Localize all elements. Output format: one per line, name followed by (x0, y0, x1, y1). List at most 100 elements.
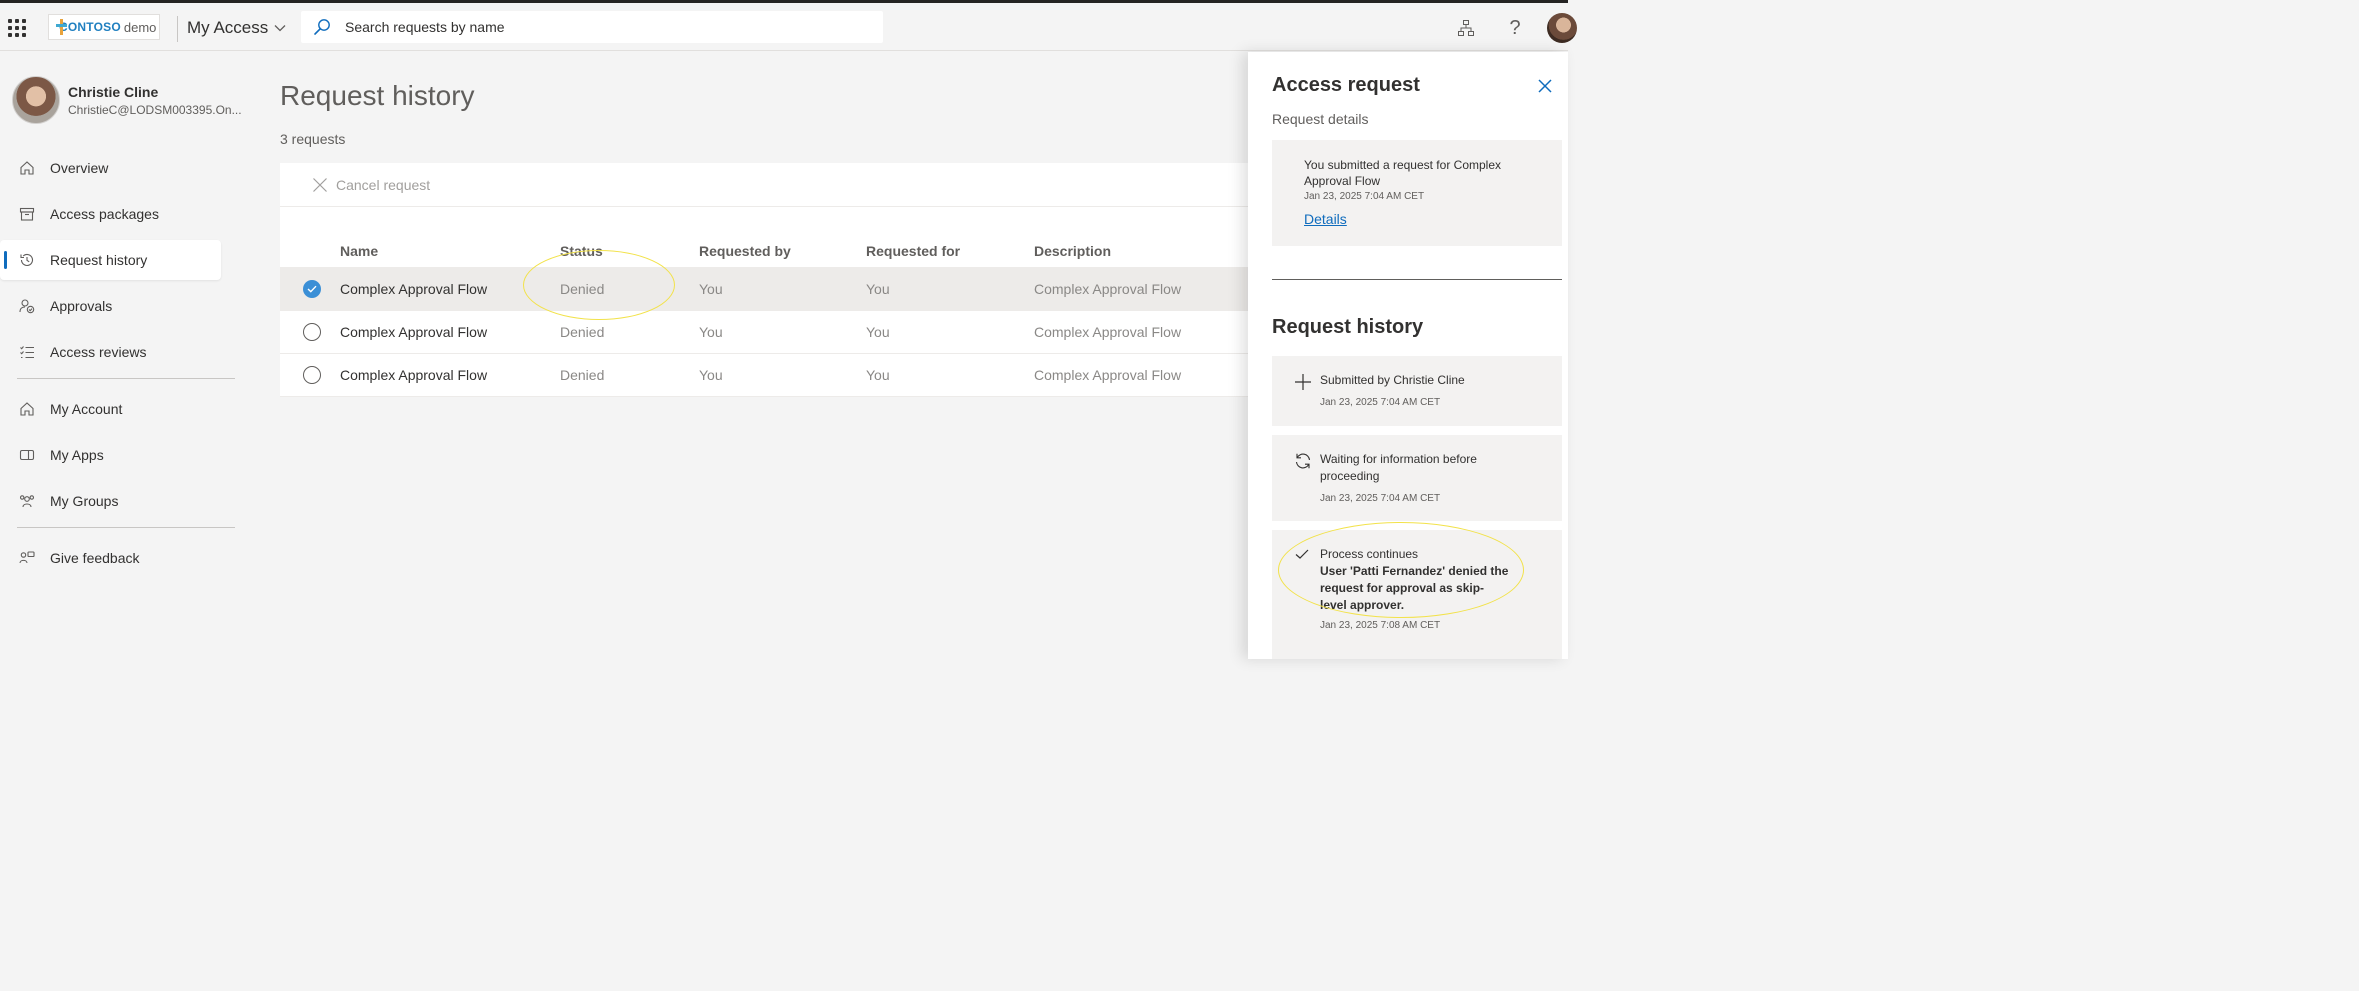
checklist-icon (18, 343, 36, 361)
sidebar-item-my-apps[interactable]: My Apps (0, 435, 250, 475)
sidebar-item-approvals[interactable]: Approvals (0, 286, 250, 326)
table-row[interactable]: Complex Approval Flow Denied You You Com… (280, 311, 1248, 354)
row-radio-checked[interactable] (303, 280, 321, 298)
access-request-panel: Access request Request details You submi… (1248, 52, 1568, 659)
sidebar-item-label: Access packages (50, 206, 159, 222)
table-header: Name Status Requested by Requested for D… (280, 207, 1248, 268)
sidebar-nav: Overview Access packages Request history… (0, 148, 250, 584)
sidebar-item-request-history[interactable]: Request history (0, 240, 221, 280)
panel-title: Access request (1272, 74, 1420, 96)
history-title: Request history (1272, 316, 1424, 338)
panel-subtitle: Request details (1272, 111, 1369, 127)
request-count: 3 requests (280, 131, 346, 147)
sidebar: Christie Cline ChristieC@LODSM003395.On.… (0, 52, 250, 659)
history-item: Submitted by Christie Cline Jan 23, 2025… (1272, 356, 1562, 426)
sync-icon (1294, 451, 1312, 521)
nav-divider (17, 527, 235, 528)
cancel-request-button[interactable]: Cancel request (312, 177, 430, 193)
app-switcher[interactable]: My Access (187, 18, 286, 38)
requests-table: Name Status Requested by Requested for D… (280, 207, 1248, 397)
column-header-name[interactable]: Name (340, 243, 560, 259)
sidebar-item-label: My Apps (50, 447, 104, 463)
row-requested-for: You (866, 367, 890, 383)
brand-name: CONTOSO (59, 20, 121, 34)
row-radio[interactable] (303, 323, 321, 341)
checkmark-icon (1294, 546, 1312, 659)
sidebar-item-give-feedback[interactable]: Give feedback (0, 538, 250, 578)
header-divider (177, 16, 178, 42)
toolbar: Cancel request (280, 163, 1248, 207)
row-requested-for: You (866, 324, 890, 340)
history-timestamp: Jan 23, 2025 7:08 AM CET (1320, 620, 1441, 631)
package-icon (18, 205, 36, 223)
sidebar-item-label: My Groups (50, 493, 119, 509)
sidebar-item-label: Approvals (50, 298, 113, 314)
row-requested-by: You (699, 281, 723, 297)
row-name: Complex Approval Flow (340, 367, 488, 383)
app-launcher-icon[interactable] (6, 17, 26, 37)
org-chart-icon[interactable] (1455, 17, 1477, 39)
row-status: Denied (560, 367, 605, 383)
feedback-icon (18, 549, 36, 567)
column-header-description[interactable]: Description (1034, 243, 1248, 259)
details-timestamp: Jan 23, 2025 7:04 AM CET (1304, 191, 1425, 202)
column-header-requested-by[interactable]: Requested by (699, 243, 866, 259)
history-message: Process continues (1320, 547, 1419, 561)
apps-icon (18, 446, 36, 464)
page-title: Request history (280, 80, 475, 111)
history-icon (18, 251, 36, 269)
sidebar-item-label: Give feedback (50, 550, 140, 566)
table-row[interactable]: Complex Approval Flow Denied You You Com… (280, 268, 1248, 311)
user-avatar[interactable] (1547, 13, 1577, 43)
row-radio[interactable] (303, 366, 321, 384)
row-requested-for: You (866, 281, 890, 297)
groups-icon (18, 492, 36, 510)
row-name: Complex Approval Flow (340, 281, 488, 297)
home-icon (18, 159, 36, 177)
table-row[interactable]: Complex Approval Flow Denied You You Com… (280, 354, 1248, 397)
details-link[interactable]: Details (1304, 211, 1347, 227)
sidebar-item-label: Request history (50, 252, 148, 268)
plus-icon (1294, 372, 1312, 426)
cancel-request-label: Cancel request (336, 176, 431, 193)
sidebar-item-label: Overview (50, 160, 109, 176)
sidebar-item-my-account[interactable]: My Account (0, 389, 250, 429)
column-header-status[interactable]: Status (560, 243, 699, 259)
close-icon[interactable] (1538, 79, 1552, 98)
panel-divider (1272, 279, 1562, 280)
row-requested-by: You (699, 367, 723, 383)
profile-name: Christie Cline (68, 83, 159, 100)
profile-email: ChristieC@LODSM003395.On... (68, 102, 242, 117)
main-content: Request history 3 requests Cancel reques… (280, 52, 1248, 659)
column-header-requested-for[interactable]: Requested for (866, 243, 1034, 259)
sidebar-item-access-reviews[interactable]: Access reviews (0, 332, 250, 372)
row-name: Complex Approval Flow (340, 324, 488, 340)
chevron-down-icon (274, 25, 286, 32)
user-profile: Christie Cline ChristieC@LODSM003395.On.… (12, 76, 242, 124)
history-message: Submitted by Christie Cline (1320, 373, 1465, 387)
search-input[interactable] (345, 19, 865, 35)
close-icon (313, 177, 327, 192)
top-bar: CONTOSO demo My Access ? (0, 3, 1577, 51)
row-status: Denied (560, 281, 605, 297)
sidebar-item-label: My Account (50, 401, 123, 417)
row-requested-by: You (699, 324, 723, 340)
home-icon (18, 400, 36, 418)
brand-suffix: demo (123, 19, 157, 35)
history-item: Waiting for information before proceedin… (1272, 435, 1562, 521)
brand-logo[interactable]: CONTOSO demo (48, 14, 160, 40)
row-description: Complex Approval Flow (1034, 324, 1182, 340)
row-description: Complex Approval Flow (1034, 281, 1182, 297)
row-description: Complex Approval Flow (1034, 367, 1182, 383)
help-icon[interactable]: ? (1504, 17, 1526, 39)
sidebar-item-my-groups[interactable]: My Groups (0, 481, 250, 521)
search-box[interactable] (301, 11, 883, 43)
sidebar-item-overview[interactable]: Overview (0, 148, 250, 188)
avatar (12, 76, 60, 124)
app-title: My Access (187, 18, 269, 37)
approvals-icon (18, 297, 36, 315)
sidebar-item-access-packages[interactable]: Access packages (0, 194, 250, 234)
history-timestamp: Jan 23, 2025 7:04 AM CET (1320, 397, 1441, 408)
row-status: Denied (560, 324, 605, 340)
history-message: Waiting for information before proceedin… (1320, 452, 1477, 483)
